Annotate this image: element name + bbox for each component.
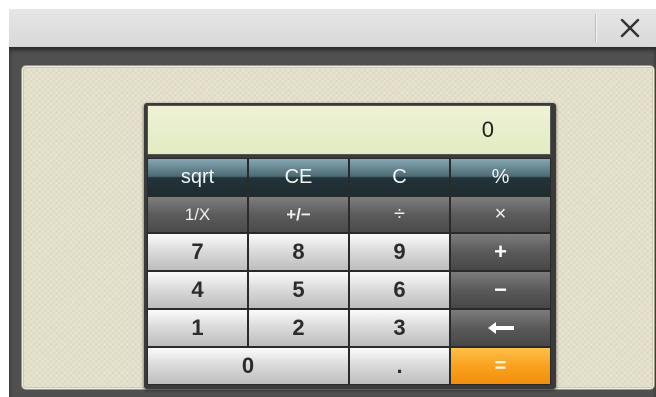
calculator-panel: 0 sqrt CE C % 1/X +/− ÷ × 7 8 9 + 4 5 6 … xyxy=(22,66,654,389)
backspace-button[interactable] xyxy=(450,309,551,347)
digit-3-button[interactable]: 3 xyxy=(349,309,450,347)
clear-entry-button[interactable]: CE xyxy=(248,158,349,196)
close-button[interactable] xyxy=(607,11,653,45)
negate-button[interactable]: +/− xyxy=(248,196,349,233)
reciprocal-button[interactable]: 1/X xyxy=(147,196,248,233)
calculator: 0 sqrt CE C % 1/X +/− ÷ × 7 8 9 + 4 5 6 … xyxy=(144,103,556,389)
backspace-arrow-icon xyxy=(487,322,514,334)
percent-button[interactable]: % xyxy=(450,158,551,196)
digit-6-button[interactable]: 6 xyxy=(349,271,450,309)
clear-button[interactable]: C xyxy=(349,158,450,196)
equals-button[interactable]: = xyxy=(450,347,551,385)
window-frame: 0 sqrt CE C % 1/X +/− ÷ × 7 8 9 + 4 5 6 … xyxy=(9,47,656,397)
decimal-button[interactable]: . xyxy=(349,347,450,385)
digit-8-button[interactable]: 8 xyxy=(248,233,349,271)
digit-5-button[interactable]: 5 xyxy=(248,271,349,309)
title-bar xyxy=(9,9,656,47)
digit-4-button[interactable]: 4 xyxy=(147,271,248,309)
plus-button[interactable]: + xyxy=(450,233,551,271)
digit-9-button[interactable]: 9 xyxy=(349,233,450,271)
minus-button[interactable]: − xyxy=(450,271,551,309)
close-icon xyxy=(620,18,640,38)
digit-1-button[interactable]: 1 xyxy=(147,309,248,347)
title-bar-separator xyxy=(595,14,597,42)
digit-7-button[interactable]: 7 xyxy=(147,233,248,271)
multiply-button[interactable]: × xyxy=(450,196,551,233)
sqrt-button[interactable]: sqrt xyxy=(147,158,248,196)
divide-button[interactable]: ÷ xyxy=(349,196,450,233)
digit-2-button[interactable]: 2 xyxy=(248,309,349,347)
calculator-display: 0 xyxy=(147,105,551,155)
digit-0-button[interactable]: 0 xyxy=(147,347,349,385)
